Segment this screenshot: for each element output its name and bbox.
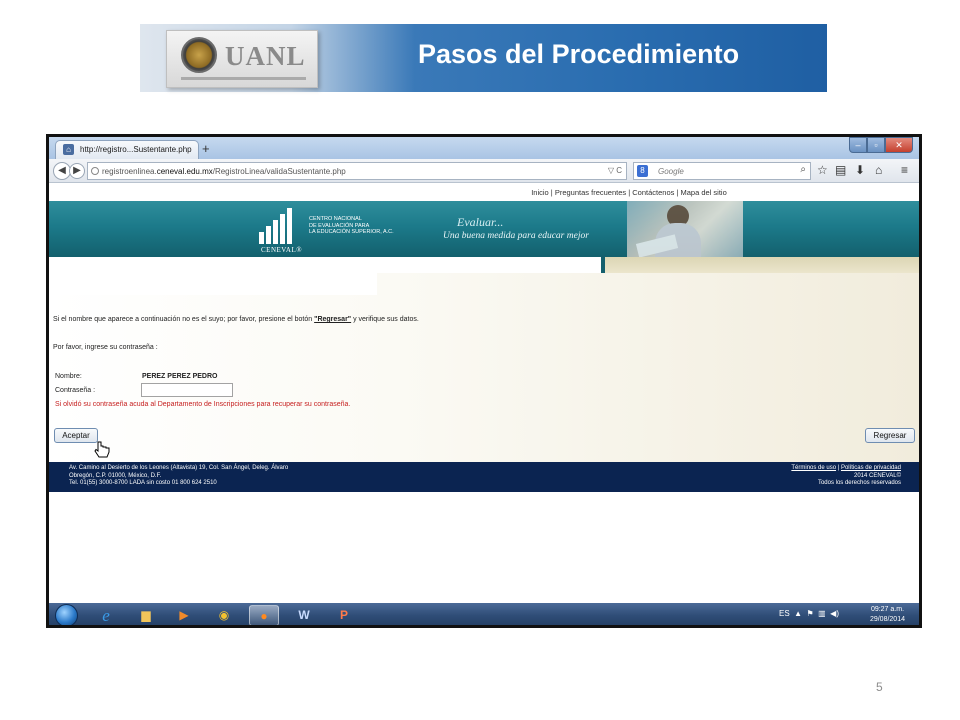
forgot-password-note: Si olvidó su contraseña acuda al Departa… bbox=[55, 401, 351, 408]
media-player-icon[interactable]: ▶ bbox=[169, 605, 199, 625]
page-footer: Av. Camino al Desierto de los Leones (Al… bbox=[49, 462, 919, 492]
star-icon[interactable]: ☆ bbox=[817, 163, 828, 177]
powerpoint-icon[interactable]: P bbox=[329, 605, 359, 625]
taskbar-clock[interactable]: 09:27 a.m. 29/08/2014 bbox=[870, 605, 905, 625]
minimize-button[interactable]: – bbox=[849, 137, 867, 153]
slogan-line-1: Evaluar... bbox=[457, 215, 504, 229]
ceneval-header: CENTRO NACIONAL DE EVALUACIÓN PARA LA ED… bbox=[49, 201, 919, 258]
address-bar[interactable]: registroenlinea.ceneval.edu.mx/RegistroL… bbox=[87, 162, 627, 180]
url-domain: ceneval.edu.mx bbox=[156, 167, 213, 176]
login-content: Si el nombre que aparece a continuación … bbox=[49, 273, 919, 462]
ceneval-logo-text: CENTRO NACIONAL DE EVALUACIÓN PARA LA ED… bbox=[309, 216, 394, 235]
uanl-logo-underline bbox=[181, 77, 306, 80]
header-bottom-strip bbox=[49, 255, 919, 273]
maximize-button[interactable]: ▫ bbox=[867, 137, 885, 153]
tray-arrow-icon[interactable]: ▲ bbox=[792, 609, 804, 618]
volume-icon[interactable]: ◀) bbox=[830, 609, 839, 618]
accept-button[interactable]: Aceptar bbox=[54, 428, 98, 443]
search-icon[interactable]: ⌕ bbox=[800, 164, 806, 175]
ceneval-logo-icon bbox=[259, 206, 299, 244]
browser-screenshot: ⌂ http://registro...Sustentante.php + – … bbox=[46, 134, 922, 628]
ceneval-wordmark: CENEVAL® bbox=[261, 246, 303, 254]
terms-link[interactable]: Términos de uso bbox=[791, 465, 836, 471]
footer-legal: Términos de uso | Políticas de privacida… bbox=[791, 465, 901, 486]
search-placeholder: Google bbox=[658, 167, 684, 176]
slide-banner: UANL Pasos del Procedimiento bbox=[140, 24, 827, 92]
search-engine-icon[interactable]: 8 bbox=[637, 165, 648, 177]
header-photo bbox=[627, 201, 743, 258]
menu-icon[interactable]: ≡ bbox=[901, 163, 908, 177]
search-box[interactable]: 8 Google ⌕ bbox=[633, 162, 811, 180]
forward-icon[interactable]: ▶ bbox=[69, 163, 85, 179]
clock-date: 29/08/2014 bbox=[869, 616, 905, 623]
reload-icon[interactable]: ▽ C bbox=[608, 166, 622, 175]
footer-rights: Todos los derechos reservados bbox=[817, 480, 901, 486]
system-tray[interactable]: ES ▲ ⚑ ▥ ◀) bbox=[779, 609, 839, 618]
url-prefix: registroenlinea. bbox=[102, 167, 157, 176]
privacy-link[interactable]: Políticas de privacidad bbox=[841, 465, 901, 471]
password-prompt: Por favor, ingrese su contraseña : bbox=[53, 344, 158, 351]
uanl-seal-icon bbox=[181, 37, 217, 73]
tab-title: http://registro...Sustentante.php bbox=[80, 145, 192, 154]
footer-copyright: 2014 CENEVAL© bbox=[853, 472, 901, 479]
web-page: Inicio | Preguntas frecuentes | Contácte… bbox=[49, 184, 919, 602]
firefox-icon[interactable]: ● bbox=[249, 605, 279, 625]
bookmarks-icon[interactable]: ▤ bbox=[835, 163, 846, 177]
uanl-logo: UANL bbox=[166, 30, 318, 88]
start-button-icon[interactable] bbox=[55, 604, 78, 625]
network-icon[interactable]: ▥ bbox=[818, 609, 828, 618]
clock-time: 09:27 a.m. bbox=[870, 606, 905, 613]
ie-icon[interactable]: e bbox=[91, 605, 121, 625]
password-label: Contraseña : bbox=[55, 387, 96, 394]
browser-titlebar: ⌂ http://registro...Sustentante.php + – … bbox=[49, 137, 919, 159]
name-value: PEREZ PEREZ PEDRO bbox=[142, 373, 218, 380]
window-controls: – ▫ ✕ bbox=[849, 137, 913, 155]
back-button[interactable]: Regresar bbox=[865, 428, 915, 443]
top-links[interactable]: Inicio | Preguntas frecuentes | Contácte… bbox=[49, 184, 919, 200]
site-identity-icon bbox=[91, 167, 99, 175]
url-path: /RegistroLinea/validaSustentante.php bbox=[212, 167, 346, 176]
language-indicator[interactable]: ES bbox=[779, 609, 790, 618]
footer-address: Av. Camino al Desierto de los Leones (Al… bbox=[69, 465, 289, 486]
chrome-icon[interactable]: ◉ bbox=[209, 605, 239, 625]
blank-panel bbox=[49, 273, 377, 295]
windows-taskbar: e ▆ ▶ ◉ ● W P ES ▲ ⚑ ▥ ◀) 09:27 a.m. 29/… bbox=[49, 603, 919, 625]
hand-cursor-icon bbox=[94, 441, 110, 458]
explorer-icon[interactable]: ▆ bbox=[131, 605, 161, 625]
slogan-line-2: Una buena medida para educar mejor bbox=[443, 231, 589, 241]
slide-page-number: 5 bbox=[876, 680, 883, 694]
regresar-link[interactable]: "Regresar" bbox=[314, 316, 351, 323]
flag-icon[interactable]: ⚑ bbox=[807, 609, 816, 618]
password-input[interactable] bbox=[141, 383, 233, 397]
name-label: Nombre: bbox=[55, 373, 82, 380]
home-icon[interactable]: ⌂ bbox=[875, 163, 882, 177]
slide-title: Pasos del Procedimiento bbox=[418, 39, 740, 69]
new-tab-button[interactable]: + bbox=[202, 141, 210, 156]
download-icon[interactable]: ⬇ bbox=[855, 163, 865, 177]
page-favicon-icon: ⌂ bbox=[63, 144, 74, 155]
close-window-button[interactable]: ✕ bbox=[885, 137, 913, 153]
browser-navbar: ◀ ▶ registroenlinea.ceneval.edu.mx/Regis… bbox=[49, 159, 919, 183]
browser-tab[interactable]: ⌂ http://registro...Sustentante.php bbox=[55, 140, 199, 159]
name-notice: Si el nombre que aparece a continuación … bbox=[53, 316, 419, 323]
uanl-logo-text: UANL bbox=[225, 41, 306, 71]
word-icon[interactable]: W bbox=[289, 605, 319, 625]
